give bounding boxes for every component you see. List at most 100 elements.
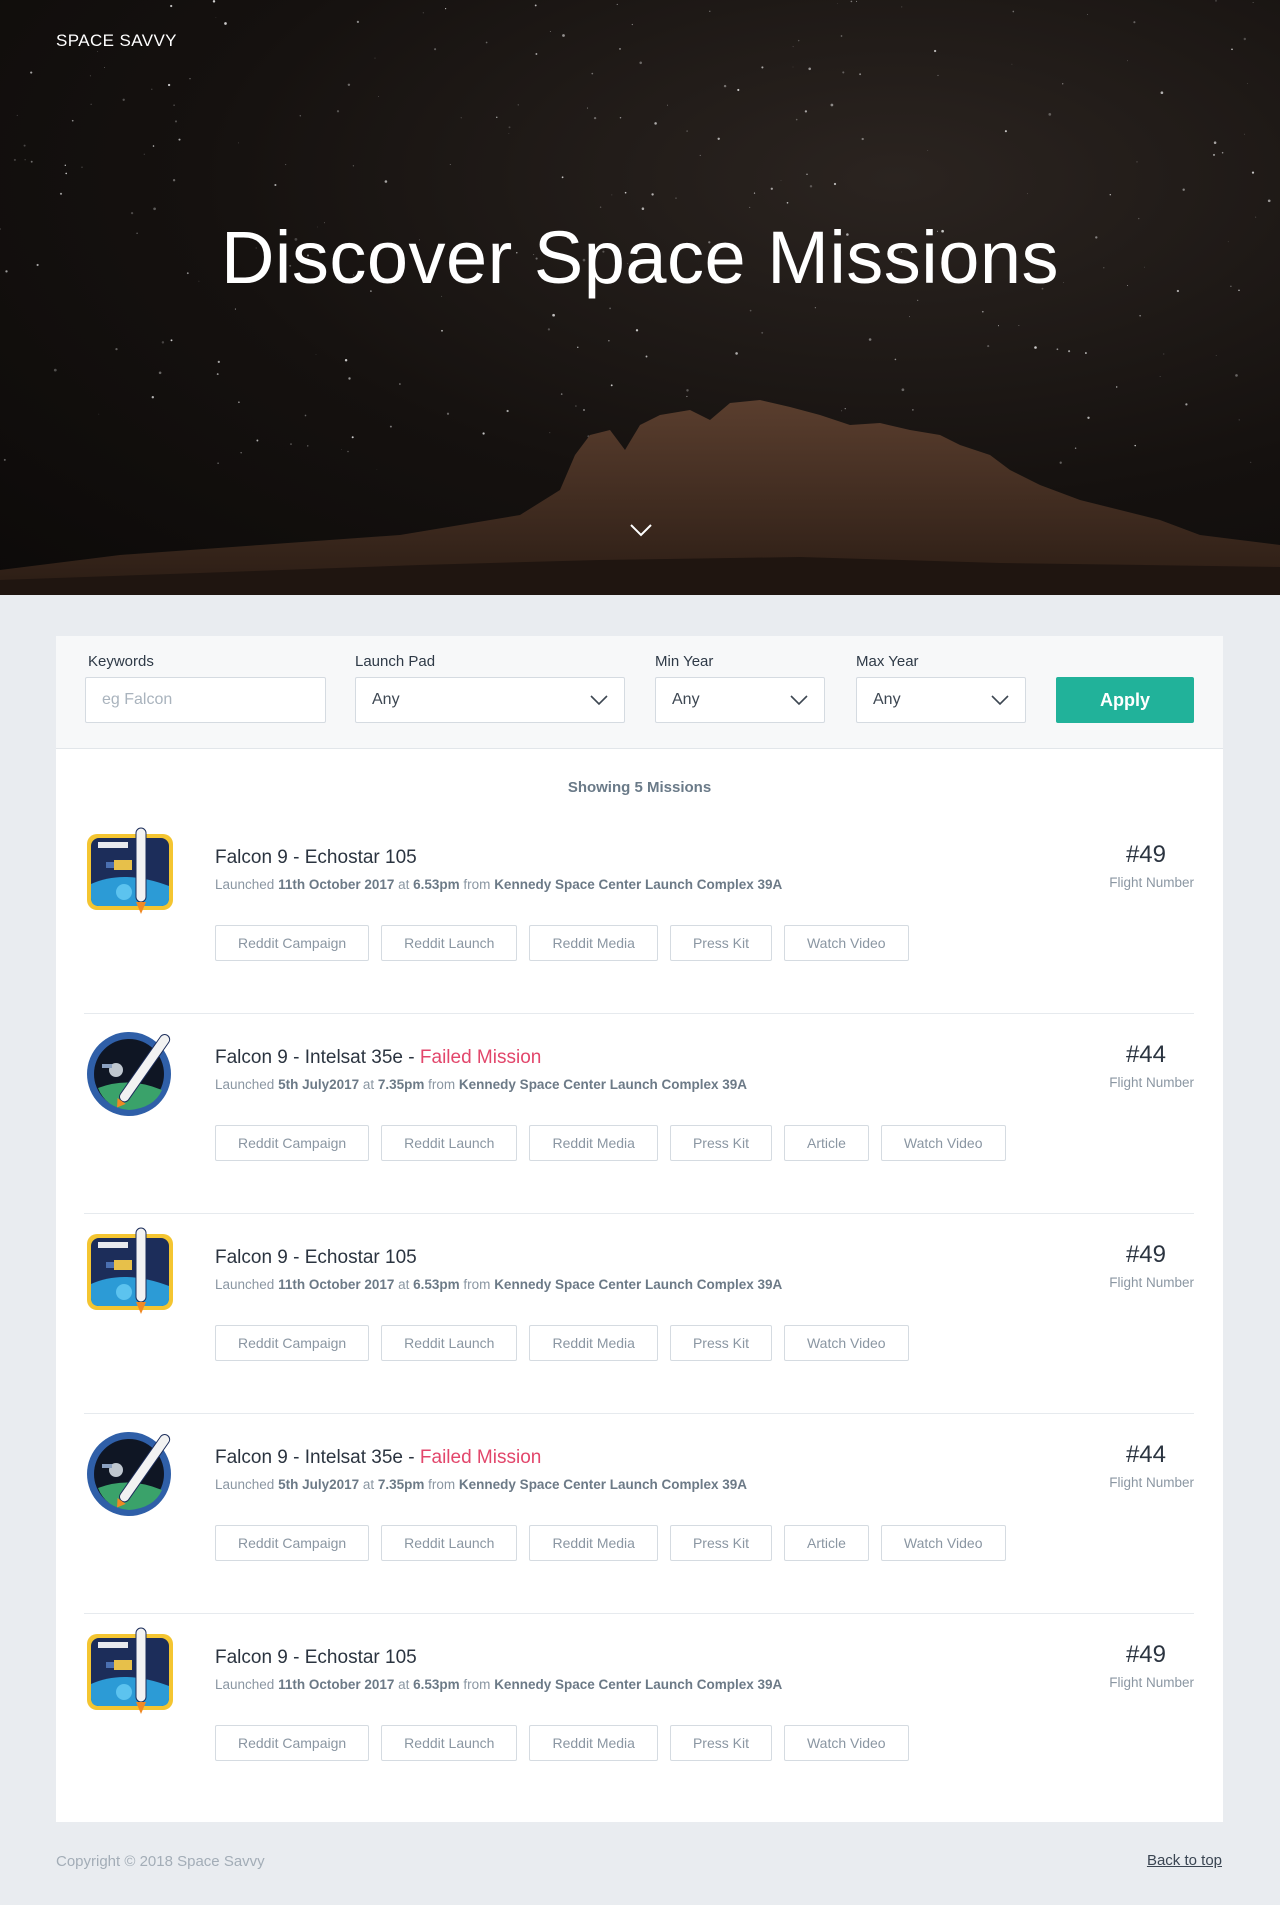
mission-name: Falcon 9 - Echostar 105 [215,847,417,868]
flight-number-label: Flight Number [1109,1075,1194,1090]
launch-site: Kennedy Space Center Launch Complex 39A [494,1277,783,1292]
star [130,211,134,215]
star [830,103,834,107]
mission-title[interactable]: Falcon 9 - Echostar 105 [215,847,417,869]
star [1215,354,1217,356]
star [189,78,191,80]
star [608,340,610,342]
mission-links: Reddit Campaign Reddit Launch Reddit Media… [215,1525,1006,1561]
mission-link-button[interactable]: Reddit Media [529,925,658,961]
star [59,192,63,195]
mission-name: Falcon 9 - Intelsat 35e - [215,1447,420,1468]
copyright-text: Copyright © 2018 Space Savvy [56,1853,265,1870]
mission-link-button[interactable]: Press Kit [669,1525,772,1561]
mission-link-button[interactable]: Reddit Campaign [215,1325,370,1361]
star [591,72,594,75]
mission-link-button[interactable]: Reddit Media [529,1325,658,1361]
mission-link-button[interactable]: Reddit Campaign [215,1125,370,1161]
mission-link-button[interactable]: Watch Video [880,1525,1006,1561]
mission-link-button[interactable]: Press Kit [669,1725,772,1761]
star [24,159,26,161]
star [909,316,910,318]
mission-item: Falcon 9 - Echostar 105 Launched 11th Oct… [84,1214,1194,1414]
mission-title[interactable]: Falcon 9 - Echostar 105 [215,1247,417,1269]
flight-number: #44 [1125,1041,1166,1068]
failed-mission-badge: Failed Mission [419,1447,542,1468]
star [547,328,551,331]
star [1251,171,1255,174]
brand-logo[interactable]: SPACE SAVVY [56,31,177,51]
mission-link-button[interactable]: Watch Video [783,925,909,961]
max-year-value: Any [873,691,901,708]
echostar-105-patch-icon [87,1627,173,1714]
mission-name: Falcon 9 - Intelsat 35e - [215,1047,420,1068]
star [686,130,688,132]
mission-link-button[interactable]: Press Kit [669,1325,772,1361]
star [336,110,340,113]
mission-link-button[interactable]: Press Kit [669,1125,772,1161]
mission-link-button[interactable]: Reddit Campaign [215,1525,370,1561]
star [1048,113,1052,116]
star [377,96,379,97]
flight-number: #49 [1125,1241,1166,1268]
mission-link-button[interactable]: Reddit Campaign [215,1725,370,1761]
star [616,3,618,5]
star [1160,91,1164,95]
echostar-105-patch-icon [87,1227,173,1314]
mission-links: Reddit Campaign Reddit Launch Reddit Media… [215,1725,909,1761]
chevron-down-icon [790,695,808,706]
star [496,116,498,118]
mission-title[interactable]: Falcon 9 - Intelsat 35e - Failed Mission [215,1447,541,1469]
mission-link-button[interactable]: Watch Video [783,1325,909,1361]
mission-link-button[interactable]: Reddit Launch [381,1125,518,1161]
mission-link-button[interactable]: Watch Video [880,1125,1006,1161]
launch-pad-select[interactable]: Any [355,677,625,723]
star [71,119,74,122]
launched-prefix: Launched [215,1277,279,1292]
mission-link-button[interactable]: Reddit Media [529,1125,658,1161]
star [1235,374,1238,377]
mission-link-button[interactable]: Reddit Launch [381,1725,518,1761]
chevron-down-icon[interactable] [629,522,653,538]
mission-link-button[interactable]: Reddit Campaign [215,925,370,961]
launch-date: 5th July2017 [278,1477,360,1492]
star [749,309,752,312]
apply-button[interactable]: Apply [1056,677,1194,723]
mission-link-button[interactable]: Reddit Launch [381,1525,518,1561]
keywords-label: Keywords [88,653,154,670]
star [485,41,488,44]
star [1163,353,1165,355]
star [1247,83,1248,84]
hero-banner: SPACE SAVVY Discover Space Missions [0,0,1280,595]
star [153,207,156,211]
max-year-label: Max Year [856,653,919,670]
star [699,154,701,156]
mission-link-button[interactable]: Reddit Launch [381,1325,518,1361]
min-year-select[interactable]: Any [655,677,825,723]
star [1159,376,1161,377]
mission-link-button[interactable]: Watch Video [783,1725,909,1761]
mission-link-button[interactable]: Reddit Media [529,1725,658,1761]
star [1062,83,1064,85]
launch-time: 6.53pm [413,1277,460,1292]
star [749,206,751,208]
launch-site: Kennedy Space Center Launch Complex 39A [458,1477,748,1492]
mission-link-button[interactable]: Reddit Media [529,1525,658,1561]
mission-title[interactable]: Falcon 9 - Echostar 105 [215,1647,417,1669]
mission-link-button[interactable]: Article [783,1125,869,1161]
star [65,172,68,175]
mission-link-button[interactable]: Press Kit [669,925,772,961]
keywords-input[interactable] [102,691,309,709]
mission-link-button[interactable]: Article [783,1525,869,1561]
max-year-select[interactable]: Any [856,677,1026,723]
back-to-top-link[interactable]: Back to top [1147,1852,1222,1869]
at-text: at [359,1077,378,1092]
mission-title[interactable]: Falcon 9 - Intelsat 35e - Failed Mission [215,1047,541,1069]
flight-number-label: Flight Number [1109,875,1194,890]
keywords-field[interactable] [85,677,326,723]
mission-link-button[interactable]: Reddit Launch [381,925,518,961]
star [753,192,756,194]
star [619,117,622,119]
star [654,122,657,125]
launch-time: 7.35pm [377,1477,425,1492]
